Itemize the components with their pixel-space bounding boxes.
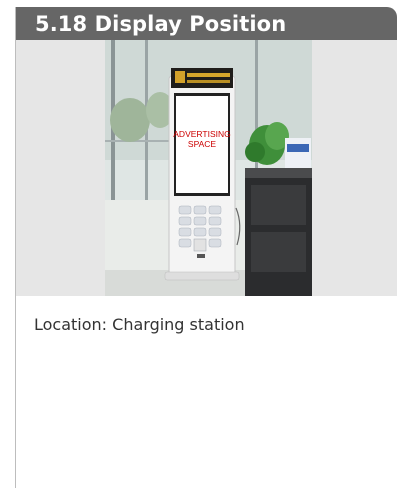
screen-text-line1: ADVERTISING (173, 129, 230, 139)
section-title: 5.18 Display Position (35, 12, 287, 36)
display-position-photo: ADVERTISING SPACE (105, 40, 312, 296)
caption: Location: Charging station (34, 315, 245, 334)
screen-text-line2: SPACE (188, 139, 217, 149)
image-band: ADVERTISING SPACE (16, 40, 397, 296)
section-header: 5.18 Display Position (16, 7, 397, 40)
section-card: 5.18 Display Position ADVERTISING SPACE … (15, 7, 397, 488)
